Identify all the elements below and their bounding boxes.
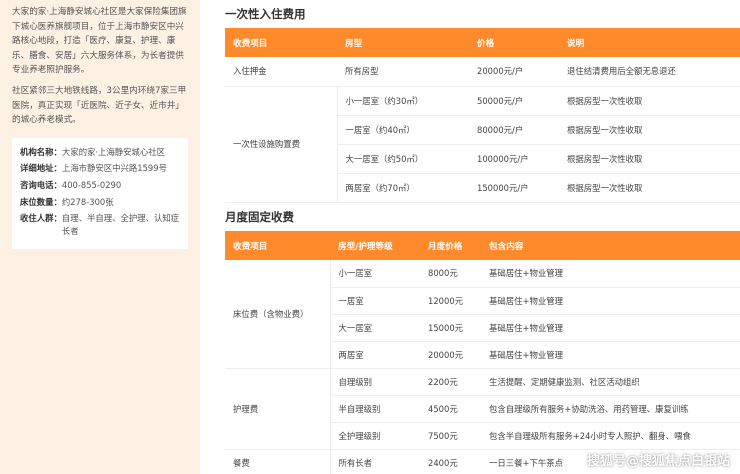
included-content: 基础居住+物业管理 — [481, 287, 740, 315]
included-content: 基础居住+物业管理 — [481, 260, 740, 288]
care-level: 一居室 — [330, 287, 420, 315]
monthly-price: 12000元 — [420, 287, 481, 315]
section-title-one-time: 一次性入住费用 — [225, 7, 306, 21]
room-type: 小一居室（约30㎡） — [337, 86, 469, 116]
care-level: 半自理级别 — [330, 395, 420, 423]
info-row-residents: 收住人群： 自理、半自理、全护理、认知症长者 — [20, 212, 180, 237]
section-title-monthly: 月度固定收费 — [225, 210, 294, 224]
price: 20000元/户 — [469, 57, 559, 87]
note: 退住结清费用后全额无息退还 — [559, 57, 740, 87]
monthly-price: 7500元 — [420, 422, 481, 450]
info-label: 详细地址： — [20, 163, 62, 174]
monthly-price: 4500元 — [420, 395, 481, 423]
included-content: 基础居住+物业管理 — [481, 314, 740, 342]
care-level: 大一居室 — [330, 314, 420, 342]
table-row: 护理费 自理级别 2200元 生活提醒、定期健康监测、社区活动组织 — [225, 368, 740, 450]
intro-sidebar: 大家的家·上海静安城心社区是大家保险集团旗下城心医养旗舰项目，位于上海市静安区中… — [0, 0, 200, 474]
one-time-fee-table: 收费项目 房型 价格 说明 入住押金 所有房型 20000元/户 退住结清费用后… — [225, 28, 740, 203]
header-cell: 收费项目 — [225, 231, 330, 260]
info-label: 咨询电话： — [20, 179, 62, 190]
intro-paragraph-1: 大家的家·上海静安城心社区是大家保险集团旗下城心医养旗舰项目，位于上海市静安区中… — [12, 7, 187, 76]
care-level: 所有长者 — [330, 449, 420, 474]
monthly-fee-table: 收费项目 房型/护理等级 月度价格 包含内容 床位费（含物业费） 小一居室 80… — [225, 231, 740, 474]
price: 150000元/户 — [469, 173, 559, 203]
info-card: 机构名称： 大家的家·上海静安城心社区 详细地址： 上海市静安区中兴路1599号… — [12, 137, 188, 250]
note: 根据房型一次性收取 — [559, 173, 740, 203]
monthly-price: 15000元 — [420, 314, 481, 342]
room-type: 两居室（约70㎡） — [337, 173, 469, 203]
included-content: 基础居住+物业管理 — [481, 341, 740, 369]
monthly-price: 2400元 — [420, 449, 481, 474]
included-content: 包含半自理级所有服务+24小时专人照护、翻身、喂食 — [481, 422, 740, 450]
room-type: 所有房型 — [337, 57, 469, 87]
monthly-price: 2200元 — [420, 368, 481, 396]
note: 根据房型一次性收取 — [559, 115, 740, 145]
header-cell: 收费项目 — [225, 28, 337, 57]
fee-item: 餐费 — [225, 449, 331, 474]
table-header-row: 收费项目 房型/护理等级 月度价格 包含内容 — [225, 231, 740, 260]
table-row: 入住押金 所有房型 20000元/户 退住结清费用后全额无息退还 — [225, 57, 740, 87]
monthly-price: 8000元 — [420, 260, 481, 288]
care-level: 全护理级别 — [330, 422, 420, 450]
info-label: 机构名称： — [20, 146, 62, 157]
info-label: 床位数量： — [20, 196, 62, 207]
note: 根据房型一次性收取 — [559, 144, 740, 174]
header-cell: 月度价格 — [420, 231, 481, 260]
info-value: 约278-300张 — [61, 196, 114, 207]
info-row-address: 详细地址： 上海市静安区中兴路1599号 — [20, 162, 180, 175]
header-cell: 包含内容 — [481, 231, 740, 260]
included-content: 包含自理级所有服务+协助洗浴、用药管理、康复训练 — [481, 395, 740, 423]
fee-item: 床位费（含物业费） — [225, 260, 331, 369]
intro-paragraph-2: 社区紧邻三大地铁线路，3公里内环绕7家三甲医院，真正实现「近医院、近子女、近市井… — [12, 85, 187, 126]
monthly-price: 20000元 — [420, 341, 481, 369]
header-cell: 房型/护理等级 — [330, 231, 420, 260]
info-row-phone: 咨询电话： 400-855-0290 — [20, 179, 180, 192]
info-label: 收住人群： — [20, 213, 62, 224]
fee-item: 一次性设施购置费 — [225, 86, 338, 203]
header-cell: 说明 — [559, 28, 740, 57]
price: 50000元/户 — [469, 86, 559, 116]
info-value: 400-855-0290 — [61, 179, 122, 190]
info-row-beds: 床位数量： 约278-300张 — [20, 196, 180, 209]
included-content: 生活提醒、定期健康监测、社区活动组织 — [481, 368, 740, 396]
fee-item: 护理费 — [225, 368, 331, 450]
fee-item: 入住押金 — [225, 57, 337, 87]
room-type: 一居室（约40㎡） — [337, 115, 469, 145]
header-cell: 价格 — [469, 28, 559, 57]
care-level: 两居室 — [330, 341, 420, 369]
info-value: 自理、半自理、全护理、认知症长者 — [61, 213, 180, 236]
info-value: 大家的家·上海静安城心社区 — [61, 146, 166, 157]
price: 100000元/户 — [469, 144, 559, 174]
room-type: 大一居室（约50㎡） — [337, 144, 469, 174]
price: 80000元/户 — [469, 115, 559, 145]
table-row: 一次性设施购置费 小一居室（约30㎡） 50000元/户 根据房型一次性收取 — [225, 86, 740, 203]
info-value: 上海市静安区中兴路1599号 — [61, 163, 167, 174]
care-level: 自理级别 — [330, 368, 420, 396]
header-cell: 房型 — [337, 28, 469, 57]
watermark: 搜狐号@搜狐焦点白银站 — [586, 454, 730, 469]
table-row: 床位费（含物业费） 小一居室 8000元 基础居住+物业管理 — [225, 260, 740, 369]
info-row-name: 机构名称： 大家的家·上海静安城心社区 — [20, 146, 180, 159]
table-header-row: 收费项目 房型 价格 说明 — [225, 28, 740, 57]
note: 根据房型一次性收取 — [559, 86, 740, 116]
care-level: 小一居室 — [330, 260, 420, 288]
